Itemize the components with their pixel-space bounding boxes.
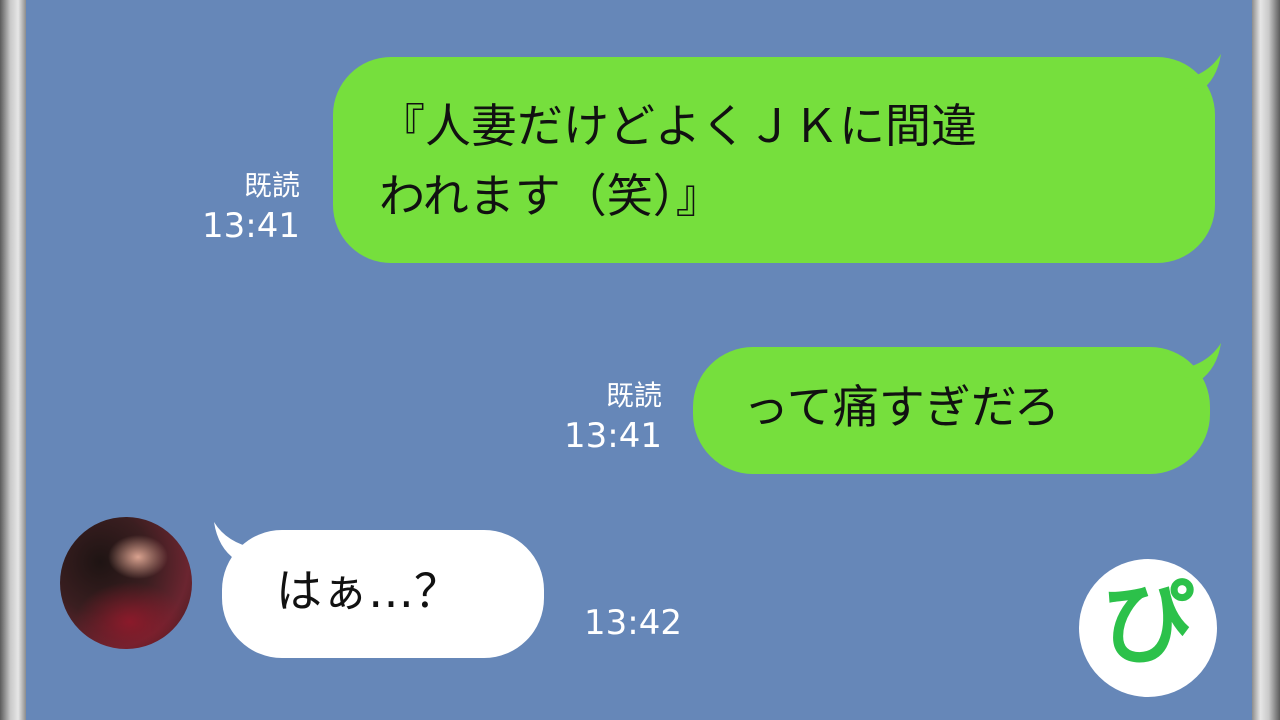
- bubble-tail: [1165, 343, 1221, 381]
- device-bezel-left: [0, 0, 26, 720]
- message-meta: 13:42: [560, 601, 682, 645]
- message-time: 13:41: [564, 416, 662, 457]
- message-time: 13:42: [584, 603, 682, 643]
- message-bubble-received[interactable]: はぁ…？: [222, 530, 544, 658]
- message-time: 13:41: [202, 206, 300, 247]
- read-receipt: 既読: [605, 379, 662, 412]
- device-bezel-right: [1252, 0, 1280, 720]
- message-bubble-sent[interactable]: 『人妻だけどよくＪＫに間違 われます（笑）』: [333, 57, 1215, 263]
- logo-text: ぴ: [1101, 570, 1194, 677]
- message-text: われます（笑）』: [379, 168, 722, 223]
- message-bubble-sent[interactable]: って痛すぎだろ: [693, 347, 1210, 474]
- message-meta: 既読 13:41: [540, 378, 662, 459]
- message-text: って痛すぎだろ: [743, 380, 1060, 434]
- read-receipt: 既読: [243, 169, 300, 202]
- message-text: 『人妻だけどよくＪＫに間違: [379, 99, 977, 153]
- avatar[interactable]: [60, 517, 192, 649]
- bubble-tail: [1165, 54, 1221, 92]
- message-text: はぁ…？: [276, 564, 460, 618]
- message-meta: 既読 13:41: [180, 168, 300, 249]
- channel-logo: ぴ: [1079, 559, 1217, 697]
